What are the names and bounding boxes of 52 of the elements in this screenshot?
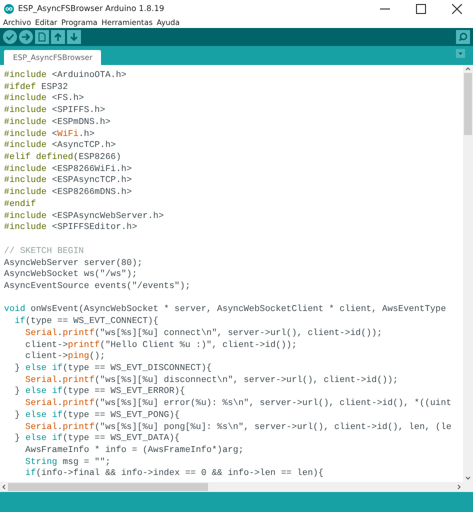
scroll-left-icon[interactable] xyxy=(0,483,8,491)
vertical-scrollbar[interactable] xyxy=(463,65,473,492)
code-line: AsyncWebSocket ws("/ws"); xyxy=(4,269,138,281)
code-line: #include <WiFi.h> xyxy=(4,128,96,140)
code-line: } else if(type == WS_EVT_PONG){ xyxy=(14,410,181,422)
code-line: void onWsEvent(AsyncWebSocket * server, AsyncWebSocketClient * client, AwsEventType xyxy=(4,304,448,316)
code-line: #elif defined(ESP8266) xyxy=(4,152,122,164)
serial-monitor-search-icon[interactable] xyxy=(456,30,470,44)
scroll-down-icon[interactable] xyxy=(464,474,472,482)
scrollbar-thumb[interactable] xyxy=(8,483,208,491)
code-line: AsyncWebServer server(80); xyxy=(4,258,144,270)
code-line: client->printf("Hello Client %u :)", client->id()); xyxy=(24,340,298,352)
scroll-up-icon[interactable] xyxy=(464,65,472,73)
code-line: // SKETCH BEGIN xyxy=(4,246,85,258)
window-title: ESP_AsyncFSBrowser Arduino 1.8.19 xyxy=(18,4,166,13)
code-line: client->ping(); xyxy=(24,351,106,363)
code-line: } else if(type == WS_EVT_ERROR){ xyxy=(14,386,186,398)
code-line: #ifdef ESP32 xyxy=(4,82,69,94)
code-line: AwsFrameInfo * info = (AwsFrameInfo*)arg; xyxy=(24,445,245,457)
code-line: Serial.printf("ws[%s][%u] connect\n", server->url(), client->id()); xyxy=(24,328,384,340)
maximize-icon[interactable] xyxy=(416,4,426,14)
code-line: #endif xyxy=(4,198,37,211)
code-line: Serial.printf("ws[%s][%u] disconnect\n", server->url(), client->id()); xyxy=(24,374,400,386)
scrollbar-thumb[interactable] xyxy=(464,73,472,135)
open-arrow-icon[interactable] xyxy=(51,30,65,44)
code-line: #include <ArduinoOTA.h> xyxy=(4,70,128,82)
arduino-logo-icon xyxy=(4,4,14,14)
new-file-icon[interactable] xyxy=(35,30,49,44)
close-icon[interactable] xyxy=(452,4,462,14)
code-line: String msg = ""; xyxy=(24,456,112,468)
code-line: Serial.printf("ws[%s][%u] pong[%u]: %s\n", server->url(), client->id(), len, (le xyxy=(24,422,452,434)
code-line: if(type == WS_EVT_CONNECT){ xyxy=(14,316,160,328)
code-line: #include <ESP8266WiFi.h> xyxy=(4,164,133,176)
code-line: #include <ESPmDNS.h> xyxy=(4,116,112,129)
code-line: Serial.printf("ws[%s][%u] error(%u): %s\n", server->url(), client->id(), *((uint xyxy=(24,398,452,410)
code-line: #include <AsyncTCP.h> xyxy=(4,140,117,152)
code-line: #include <ESPAsyncWebServer.h> xyxy=(4,210,165,222)
code-line: #include <ESP8266mDNS.h> xyxy=(4,187,133,199)
code-line: #include <FS.h> xyxy=(4,93,85,106)
code-line: #include <SPIFFSEditor.h> xyxy=(4,222,138,234)
scroll-right-icon[interactable] xyxy=(455,483,463,491)
horizontal-scrollbar[interactable] xyxy=(0,482,463,492)
save-arrow-icon[interactable] xyxy=(67,30,81,44)
verify-check-icon[interactable] xyxy=(3,30,17,44)
upload-arrow-icon[interactable] xyxy=(19,30,33,44)
code-line: } else if(type == WS_EVT_DATA){ xyxy=(14,433,181,445)
tab-menu-caret-icon[interactable] xyxy=(456,48,465,58)
code-line: } else if(type == WS_EVT_DISCONNECT){ xyxy=(14,362,213,375)
code-line: #include <SPIFFS.h> xyxy=(4,105,106,117)
code-line: AsyncEventSource events("/events"); xyxy=(4,280,192,293)
code-line: if(info->final && info->index == 0 && info->len == len){ xyxy=(24,468,325,480)
code-line: #include <ESPAsyncTCP.h> xyxy=(4,175,133,188)
